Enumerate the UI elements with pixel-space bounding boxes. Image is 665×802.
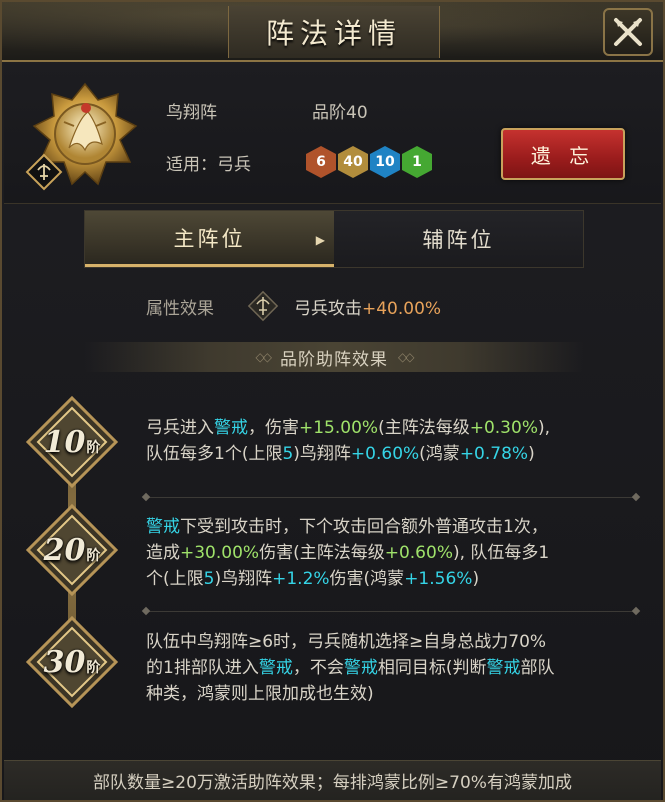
- band-decoration: ◇◇: [255, 350, 273, 364]
- tier-text-segment: 警戒: [343, 658, 378, 678]
- tab-support-position[interactable]: 辅阵位: [334, 211, 583, 267]
- tier-text-segment: 队伍每多1个(上限: [146, 444, 283, 464]
- tier-text-segment: +0.60%: [384, 543, 453, 563]
- tab-main-position[interactable]: 主阵位 ▶: [85, 211, 334, 267]
- window-title: 阵法详情: [265, 17, 402, 50]
- stat-badge: 6: [306, 146, 336, 178]
- tier-text-segment: ),: [537, 418, 551, 438]
- tier-text-segment: ), 队伍每多1: [452, 543, 550, 563]
- tier-divider: [146, 611, 636, 612]
- title-plate: 阵法详情: [228, 6, 440, 58]
- tier-badge: 10 阶: [24, 394, 120, 490]
- tier-text-segment: 5: [282, 444, 294, 464]
- tier-text-segment: ，不会: [292, 658, 344, 678]
- tier-description: 弓兵进入警戒，伤害+15.00%(主阵法每级+0.30%), 队伍每多1个(上限5…: [146, 415, 646, 467]
- section-header: ◇◇ 品阶助阵效果 ◇◇: [84, 342, 584, 372]
- tier-text-segment: +0.30%: [469, 418, 538, 438]
- tier-text-segment: )鸟翔阵: [293, 444, 351, 464]
- tier-badge: 30 阶: [24, 614, 120, 710]
- tier-text-segment: ): [472, 569, 480, 589]
- formation-detail-window: 阵法详情 鸟翔阵 品阶40 适用：弓兵 6 40 10 1 遗 忘 主阵位 ▶ …: [0, 0, 665, 802]
- tier-text-segment: 伤害(鸿蒙: [329, 569, 405, 589]
- tier-text-segment: 警戒: [258, 658, 293, 678]
- tier-text-segment: 5: [203, 569, 215, 589]
- tier-text-segment: (主阵法每级: [378, 418, 470, 438]
- window-header: 阵法详情: [2, 2, 663, 62]
- section-title: 品阶助阵效果: [280, 349, 388, 370]
- close-icon: [614, 18, 642, 46]
- footer-note: 部队数量≥20万激活助阵效果；每排鸿蒙比例≥70%有鸿蒙加成: [4, 760, 661, 800]
- tier-text-segment: 警戒: [486, 658, 521, 678]
- formation-emblem-icon: [25, 82, 138, 191]
- tier-text-segment: )鸟翔阵: [214, 569, 273, 589]
- tier-text-segment: 队伍中鸟翔阵≥6时，弓兵随机选择≥自身总战力70%: [146, 632, 547, 652]
- tier-text-segment: 的1排部队进入: [146, 658, 259, 678]
- tier-text-segment: 伤害(主阵法每级: [259, 543, 385, 563]
- tier-text-segment: ，伤害: [248, 418, 299, 438]
- bow-icon: [247, 290, 279, 322]
- tier-text-segment: +1.2%: [272, 569, 330, 589]
- tier-text-segment: 警戒: [146, 517, 180, 537]
- stat-badge: 10: [370, 146, 400, 178]
- band-decoration: ◇◇: [398, 350, 415, 364]
- position-tabs: 主阵位 ▶ 辅阵位: [84, 210, 584, 268]
- formation-stat-badges: 6 40 10 1: [306, 146, 432, 178]
- tier-text-segment: ): [528, 444, 535, 464]
- tier-description: 警戒下受到攻击时，下个攻击回合额外普通攻击1次， 造成+30.00%伤害(主阵法每…: [146, 514, 646, 592]
- tier-text-segment: (鸿蒙: [419, 444, 460, 464]
- tier-description: 队伍中鸟翔阵≥6时，弓兵随机选择≥自身总战力70% 的1排部队进入警戒，不会警戒相…: [146, 629, 646, 707]
- tier-text-segment: 造成: [146, 543, 180, 563]
- formation-grade: 品阶40: [312, 103, 368, 123]
- tier-text-segment: 警戒: [214, 418, 248, 438]
- tier-text-segment: 部队: [520, 658, 555, 678]
- applicable-troop: 适用：弓兵: [166, 155, 251, 175]
- tier-text-segment: 个(上限: [146, 569, 204, 589]
- tier-text-segment: 相同目标(判断: [377, 658, 487, 678]
- tier-text-segment: +0.78%: [459, 444, 529, 464]
- stat-badge: 1: [402, 146, 432, 178]
- formation-info: 鸟翔阵 品阶40 适用：弓兵 6 40 10 1 遗 忘: [4, 64, 661, 204]
- tier-text-segment: +30.00%: [180, 543, 260, 563]
- tier-text-segment: 弓兵进入: [146, 418, 214, 438]
- formation-name: 鸟翔阵: [166, 103, 217, 123]
- attribute-value: 弓兵攻击+40.00%: [294, 299, 442, 319]
- tier-text-segment: 种类，鸿蒙则上限加成也生效): [146, 684, 374, 704]
- forget-button[interactable]: 遗 忘: [501, 128, 625, 180]
- tier-text-segment: +15.00%: [299, 418, 379, 438]
- tier-divider: [146, 497, 636, 498]
- tab-arrow-icon: ▶: [315, 233, 328, 247]
- tier-text-segment: 下受到攻击时，下个攻击回合额外普通攻击1次，: [180, 517, 548, 537]
- tier-text-segment: +1.56%: [404, 569, 473, 589]
- close-button[interactable]: [603, 8, 653, 56]
- attribute-label: 属性效果: [146, 299, 214, 319]
- stat-badge: 40: [338, 146, 368, 178]
- tier-text-segment: +0.60%: [350, 444, 420, 464]
- tier-badge: 20 阶: [24, 502, 120, 598]
